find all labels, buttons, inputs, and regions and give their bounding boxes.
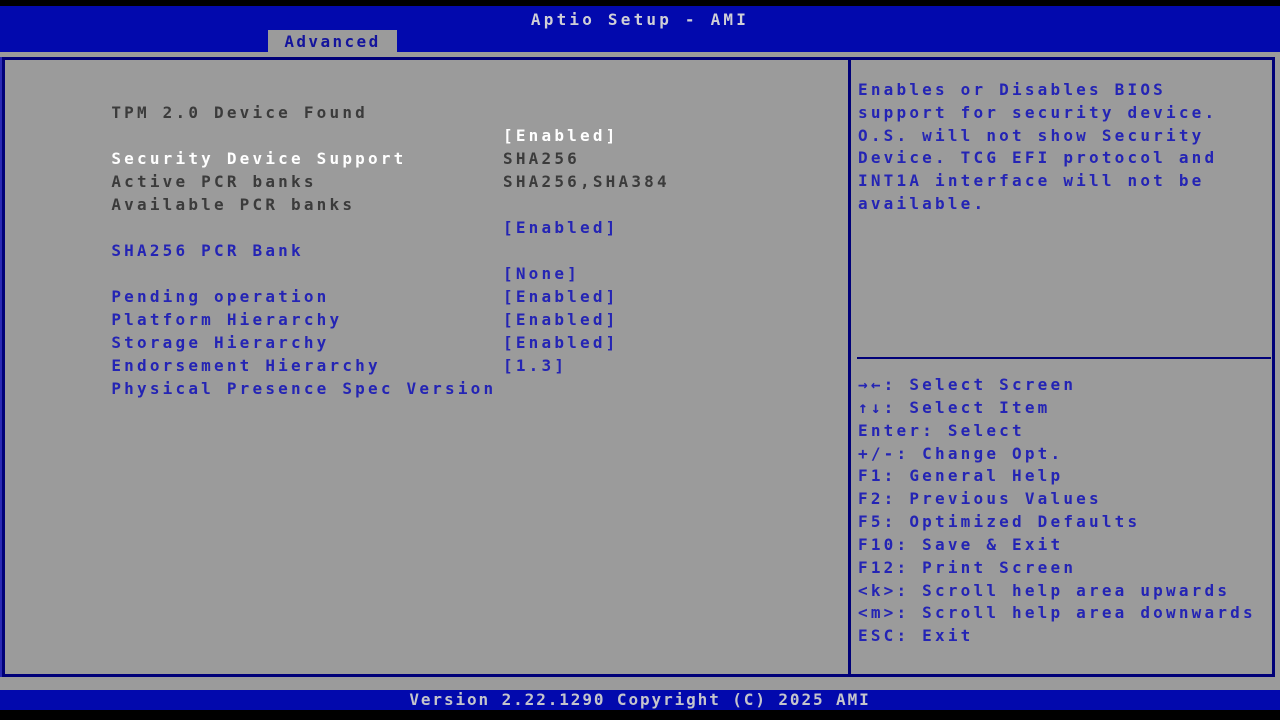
key-hint-f5-optimized-defaults: F5: Optimized Defaults (858, 512, 1141, 532)
setting-label: Available PCR banks (111, 195, 356, 214)
tab-advanced[interactable]: Advanced (268, 30, 397, 52)
row-pending-operation[interactable]: Pending operation [None] (60, 262, 820, 306)
page-title: Aptio Setup - AMI (530, 10, 750, 29)
setting-value[interactable]: [None] (503, 262, 580, 285)
panel-divider (848, 57, 851, 677)
key-hint-f1-general-help: F1: General Help (858, 466, 1064, 486)
setting-value[interactable]: [Enabled] (503, 124, 619, 147)
setting-value: SHA256,SHA384 (503, 172, 670, 191)
setting-label: Physical Presence Spec Version (111, 379, 497, 398)
row-tpm-device-found: TPM 2.0 Device Found (60, 78, 820, 122)
settings-list: TPM 2.0 Device Found Security Device Sup… (60, 78, 820, 398)
key-hint-f10-save-exit: F10: Save & Exit (858, 534, 1064, 554)
key-hint-enter-select: Enter: Select (858, 420, 1025, 440)
row-storage-hierarchy[interactable]: Storage Hierarchy [Enabled] (60, 308, 820, 352)
row-sha256-pcr-bank[interactable]: SHA256 PCR Bank [Enabled] (60, 216, 820, 260)
key-hint-select-item: ↑↓: Select Item (858, 397, 1051, 417)
version-text: Version 2.22.1290 Copyright (C) 2025 AMI (409, 690, 871, 709)
setting-value: SHA256 (503, 149, 580, 168)
key-legend: →←: Select Screen ↑↓: Select Item Enter:… (858, 374, 1276, 648)
key-hint-select-screen: →←: Select Screen (858, 375, 1077, 394)
key-hint-k-scroll-up: <k>: Scroll help area upwards (858, 580, 1231, 600)
setting-value[interactable]: [Enabled] (503, 216, 619, 239)
help-divider (857, 357, 1271, 359)
row-security-device-support[interactable]: Security Device Support [Enabled] (60, 124, 820, 168)
key-hint-esc-exit: ESC: Exit (858, 626, 974, 646)
left-edge-stripe (0, 57, 2, 677)
key-hint-change-opt: +/-: Change Opt. (858, 443, 1064, 463)
row-endorsement-hierarchy[interactable]: Endorsement Hierarchy [Enabled] (60, 331, 820, 375)
key-hint-f2-previous-values: F2: Previous Values (858, 489, 1102, 509)
setting-value[interactable]: [Enabled] (503, 331, 619, 354)
row-physical-presence-spec-version[interactable]: Physical Presence Spec Version [1.3] (60, 354, 820, 398)
row-platform-hierarchy[interactable]: Platform Hierarchy [Enabled] (60, 285, 820, 329)
row-available-pcr-banks: Available PCR banks SHA256,SHA384 (60, 170, 820, 214)
setting-label: TPM 2.0 Device Found (111, 103, 368, 122)
key-hint-m-scroll-down: <m>: Scroll help area downwards (858, 603, 1256, 623)
screen-bottom-edge (0, 710, 1280, 720)
setting-value[interactable]: [Enabled] (503, 285, 619, 308)
row-active-pcr-banks: Active PCR banks SHA256 (60, 147, 820, 191)
setting-label: SHA256 PCR Bank (111, 241, 304, 260)
setting-value[interactable]: [Enabled] (503, 308, 619, 331)
key-hint-f12-print-screen: F12: Print Screen (858, 557, 1077, 577)
setting-value[interactable]: [1.3] (503, 354, 567, 377)
help-description: Enables or Disables BIOS support for sec… (858, 80, 1218, 213)
